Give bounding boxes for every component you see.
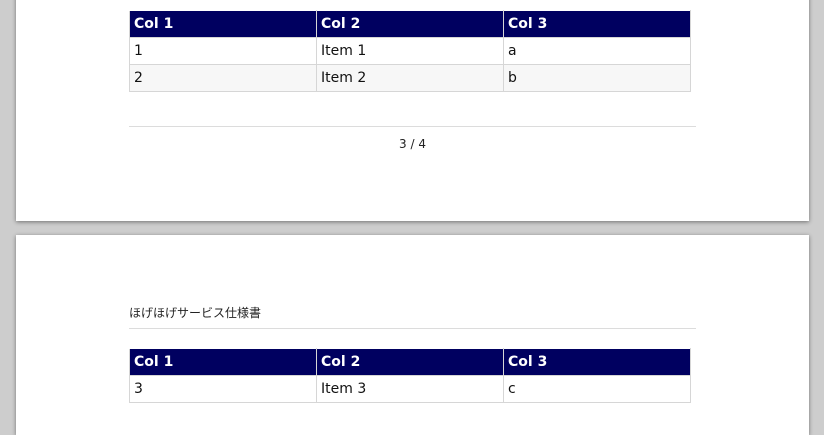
pdf-page-3: Col 1 Col 2 Col 3 1 Item 1 a 2 Item 2 b … [16, 0, 809, 221]
table-header-row: Col 1 Col 2 Col 3 [129, 348, 691, 376]
column-header: Col 2 [316, 10, 504, 38]
table-cell: 1 [129, 37, 317, 65]
table-row: 1 Item 1 a [129, 37, 691, 65]
data-table: Col 1 Col 2 Col 3 1 Item 1 a 2 Item 2 b [129, 10, 691, 92]
table-cell: Item 1 [316, 37, 504, 65]
column-header: Col 2 [316, 348, 504, 376]
footer-divider [129, 126, 696, 127]
data-table: Col 1 Col 2 Col 3 3 Item 3 c [129, 348, 691, 403]
column-header: Col 3 [503, 10, 691, 38]
table-cell: b [503, 64, 691, 92]
table-cell: a [503, 37, 691, 65]
pdf-page-4: ほげほげサービス仕様書 Col 1 Col 2 Col 3 3 Item 3 c [16, 235, 809, 435]
table-header-row: Col 1 Col 2 Col 3 [129, 10, 691, 38]
table-cell: 3 [129, 375, 317, 403]
table-cell: c [503, 375, 691, 403]
table-cell: Item 2 [316, 64, 504, 92]
table-cell: 2 [129, 64, 317, 92]
document-header-title: ほげほげサービス仕様書 [129, 306, 262, 320]
header-divider [129, 328, 696, 329]
table-row: 3 Item 3 c [129, 375, 691, 403]
column-header: Col 3 [503, 348, 691, 376]
table-row: 2 Item 2 b [129, 64, 691, 92]
column-header: Col 1 [129, 10, 317, 38]
page-number: 3 / 4 [399, 137, 426, 151]
table-cell: Item 3 [316, 375, 504, 403]
column-header: Col 1 [129, 348, 317, 376]
